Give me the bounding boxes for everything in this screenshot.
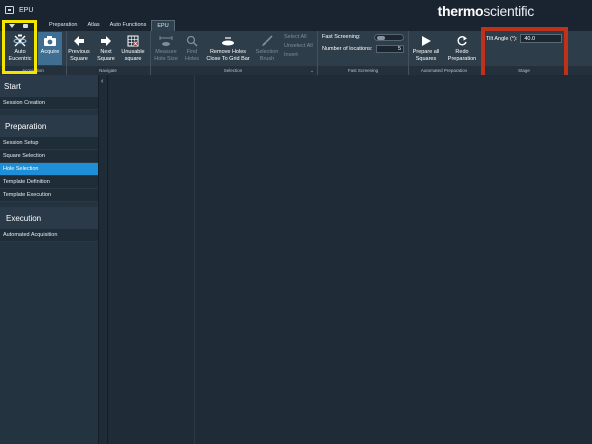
fast-screening-label: Fast Screening: [322,34,361,40]
group-label-fast-screening: Fast Screening [347,68,379,73]
tab-auto-functions[interactable]: Auto Functions [105,20,152,31]
ribbon-separator [66,31,67,75]
main-workspace [109,75,592,444]
number-of-locations-label: Number of locations: [322,46,373,52]
ribbon-separator [317,31,318,75]
chevron-left-icon[interactable]: ‹ [101,78,103,85]
measure-icon [159,34,173,48]
panel-divider[interactable] [194,75,195,444]
remove-holes-icon [220,34,236,48]
fast-screening-toggle[interactable] [374,34,404,41]
next-square-button[interactable]: Next Square [95,34,117,62]
camera-icon [43,34,57,48]
sidebar-item-template-execution[interactable]: Template Execution [0,189,98,202]
sidebar-item-hole-selection[interactable]: Hole Selection [0,163,98,176]
find-holes-button[interactable]: Find Holes [183,34,201,62]
sidebar-item-session-creation[interactable]: Session Creation [0,97,98,110]
sidebar-item-session-setup[interactable]: Session Setup [0,137,98,150]
previous-square-button[interactable]: Previous Square [68,34,90,62]
ribbon-separator [150,31,151,75]
group-label-automated-preparation: Automated Preparation [420,68,468,73]
number-of-locations-field[interactable]: 5 [376,45,404,53]
unusable-grid-icon [127,34,139,48]
selection-brush-button[interactable]: Selection Brush [255,34,279,62]
acquire-button[interactable]: Acquire [38,32,62,65]
workflow-sidebar: Start Session Creation Preparation Sessi… [0,75,99,444]
arrow-left-icon [73,34,85,48]
highlight-box-auto-eucentric [2,20,37,74]
group-label-selection: Selection [223,68,243,73]
play-icon [420,34,432,48]
prepare-all-squares-button[interactable]: Prepare all Squares [410,34,442,62]
measure-hole-size-button[interactable]: Measure Hole Size [152,34,180,62]
sidebar-item-square-selection[interactable]: Square Selection [0,150,98,163]
selection-expand-icon[interactable]: ⌄ [307,66,317,75]
arrow-right-icon [100,34,112,48]
sidebar-item-template-definition[interactable]: Template Definition [0,176,98,189]
redo-icon [456,34,468,48]
title-bar: EPU thermoscientific [0,0,592,20]
section-execution: Execution [0,207,98,229]
tab-preparation[interactable]: Preparation [44,20,82,31]
unusable-square-button[interactable]: Unusable square [119,34,147,62]
highlight-box-stage [481,27,568,80]
unselect-all-button[interactable]: Unselect All [284,43,313,49]
app-title: EPU [19,6,34,14]
tab-epu[interactable]: EPU [151,20,175,31]
selection-links: Select All Unselect All Invert [284,34,313,58]
select-all-button[interactable]: Select All [284,34,313,40]
tab-atlas[interactable]: Atlas [82,20,104,31]
section-start: Start [0,75,98,97]
invert-selection-button[interactable]: Invert [284,52,313,58]
brush-icon [261,34,273,48]
ribbon-tabs: Preparation Atlas Auto Functions EPU [44,20,175,31]
sidebar-item-automated-acquisition[interactable]: Automated Acquisition [0,229,98,242]
remove-holes-button[interactable]: Remove Holes Close To Grid Bar [205,34,251,62]
sidebar-collapse-strip[interactable]: ‹ [99,75,108,444]
brand-logo: thermoscientific [437,3,535,19]
magnifier-icon [186,34,198,48]
app-window-icon [5,6,14,14]
section-preparation: Preparation [0,115,98,137]
redo-preparation-button[interactable]: Redo Preparation [445,34,479,62]
ribbon-separator [408,31,409,75]
group-label-navigate: Navigate [99,68,117,73]
